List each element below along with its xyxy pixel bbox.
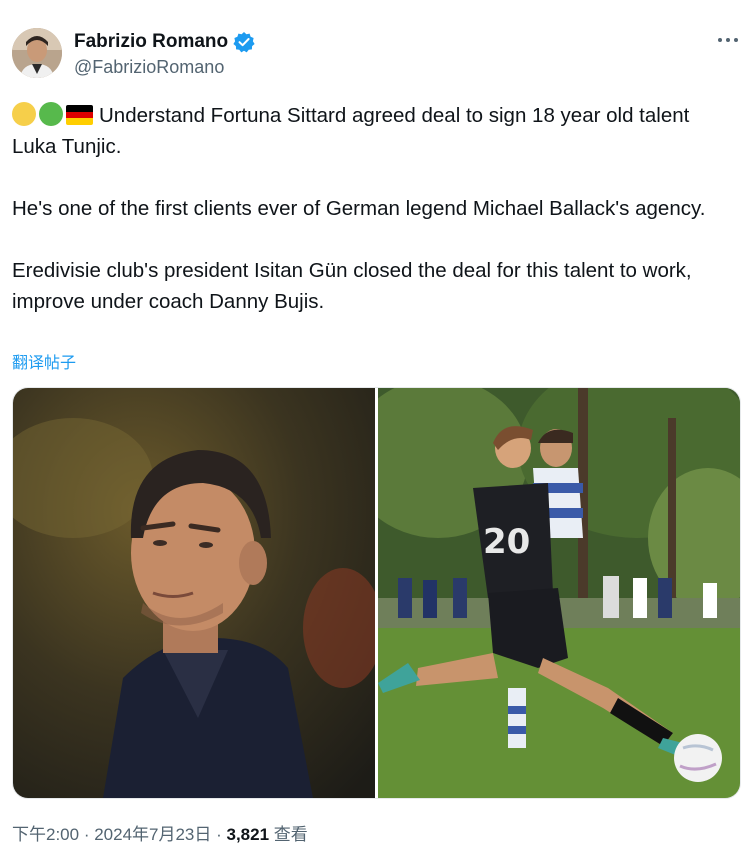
tweet-meta: 下午2:00 · 2024年7月23日 · 3,821 查看 — [12, 820, 308, 845]
tweet: Fabrizio Romano @FabrizioRomano Understa… — [0, 0, 750, 849]
tweet-line-3: Eredivisie club's president Isitan Gün c… — [12, 259, 692, 313]
tweet-time[interactable]: 下午2:00 — [12, 820, 79, 845]
svg-text:20: 20 — [483, 522, 530, 562]
meta-separator-2: · — [211, 825, 227, 844]
more-options-icon[interactable] — [712, 26, 744, 54]
translate-post-link[interactable]: 翻译帖子 — [12, 349, 76, 373]
tweet-line-1: Understand Fortuna Sittard agreed deal t… — [12, 104, 690, 158]
media-grid: 20 — [12, 387, 741, 799]
author-handle[interactable]: @FabrizioRomano — [74, 57, 224, 78]
author-avatar[interactable] — [12, 28, 62, 78]
views-count: 3,821 — [226, 825, 270, 844]
tweet-line-2: He's one of the first clients ever of Ge… — [12, 197, 706, 220]
germany-flag-icon — [66, 105, 93, 125]
author-name-row: Fabrizio Romano — [74, 31, 255, 53]
meta-separator: · — [79, 825, 95, 844]
tweet-paragraph-1: Understand Fortuna Sittard agreed deal t… — [12, 100, 738, 162]
yellow-circle-icon — [12, 102, 36, 126]
avatar-image — [12, 28, 62, 78]
green-circle-icon — [39, 102, 63, 126]
verified-badge-icon — [233, 31, 255, 53]
author-display-name[interactable]: Fabrizio Romano — [74, 31, 228, 53]
tweet-text: Understand Fortuna Sittard agreed deal t… — [12, 100, 738, 317]
football-match-action-image[interactable]: 20 — [348, 388, 740, 798]
views-label: 查看 — [269, 825, 308, 844]
michael-ballack-portrait-image[interactable] — [13, 388, 383, 798]
tweet-date[interactable]: 2024年7月23日 — [94, 820, 211, 845]
